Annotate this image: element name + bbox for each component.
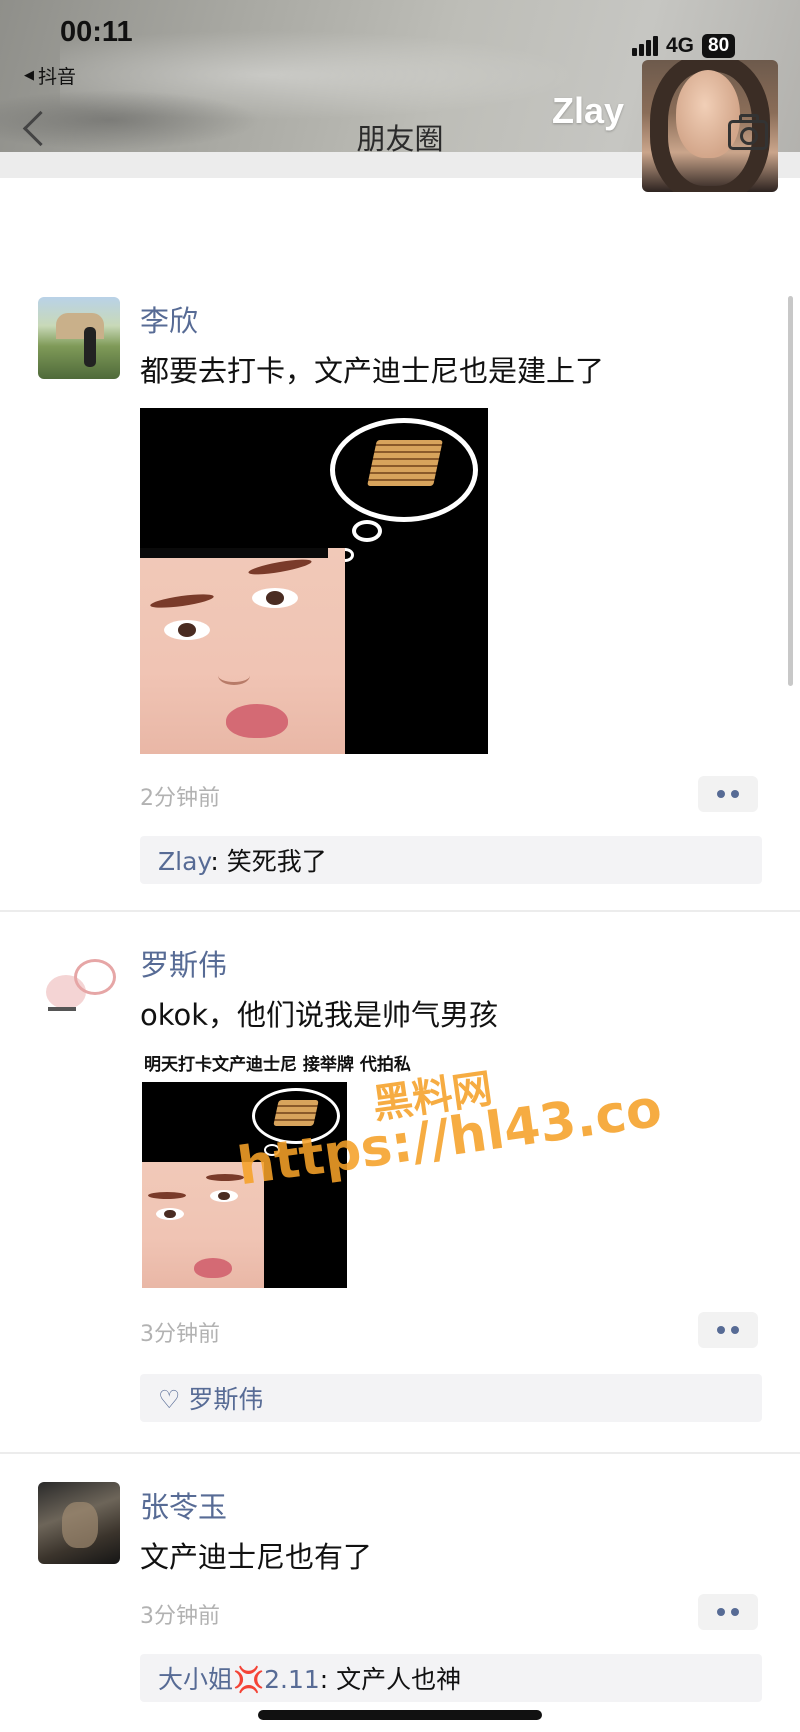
like-name[interactable]: 罗斯伟 bbox=[188, 1385, 263, 1414]
back-to-app-link[interactable]: ◀ 抖音 bbox=[24, 62, 76, 89]
more-actions-button[interactable] bbox=[698, 1594, 758, 1630]
comment-box: Zlay: 笑死我了 bbox=[140, 836, 762, 884]
scrollbar[interactable] bbox=[788, 296, 793, 686]
battery-level: 80 bbox=[702, 34, 736, 58]
post-divider bbox=[0, 910, 800, 912]
status-time: 00:11 bbox=[60, 16, 133, 48]
comment-author[interactable]: 大小姐💢2.11 bbox=[158, 1665, 320, 1694]
post-image[interactable] bbox=[140, 408, 488, 754]
back-app-label: 抖音 bbox=[38, 66, 77, 88]
post-text: okok，他们说我是帅气男孩 bbox=[140, 998, 499, 1032]
signal-icon bbox=[632, 36, 658, 56]
post-time: 3分钟前 bbox=[140, 1322, 220, 1347]
comment-box: 大小姐💢2.11: 文产人也神 bbox=[140, 1654, 762, 1702]
comment-text: 文产人也神 bbox=[336, 1665, 462, 1694]
post-divider bbox=[0, 1452, 800, 1454]
avatar[interactable] bbox=[38, 297, 120, 379]
camera-icon[interactable] bbox=[728, 114, 768, 150]
comment-text: 笑死我了 bbox=[226, 847, 327, 876]
comment-author[interactable]: Zlay bbox=[158, 847, 210, 876]
heart-icon: ♡ bbox=[158, 1385, 189, 1414]
likes-box: ♡ 罗斯伟 bbox=[140, 1374, 762, 1422]
poster-name[interactable]: 张苓玉 bbox=[140, 1484, 227, 1526]
post-text: 都要去打卡，文产迪士尼也是建上了 bbox=[140, 354, 605, 388]
poster-name[interactable]: 罗斯伟 bbox=[140, 942, 227, 984]
back-triangle-icon: ◀ bbox=[24, 68, 34, 83]
profile-name[interactable]: Zlay bbox=[552, 90, 624, 132]
bench-illustration bbox=[367, 440, 443, 486]
post-time: 3分钟前 bbox=[140, 1604, 220, 1629]
more-actions-button[interactable] bbox=[698, 1312, 758, 1348]
home-indicator[interactable] bbox=[258, 1710, 542, 1720]
network-type: 4G bbox=[666, 34, 695, 57]
status-indicators: 4G 80 bbox=[632, 34, 736, 58]
poster-name[interactable]: 李欣 bbox=[140, 298, 198, 340]
post-time: 2分钟前 bbox=[140, 786, 220, 811]
avatar[interactable] bbox=[38, 1482, 120, 1564]
more-actions-button[interactable] bbox=[698, 776, 758, 812]
post-text: 文产迪士尼也有了 bbox=[140, 1540, 373, 1574]
avatar[interactable] bbox=[38, 945, 120, 1027]
